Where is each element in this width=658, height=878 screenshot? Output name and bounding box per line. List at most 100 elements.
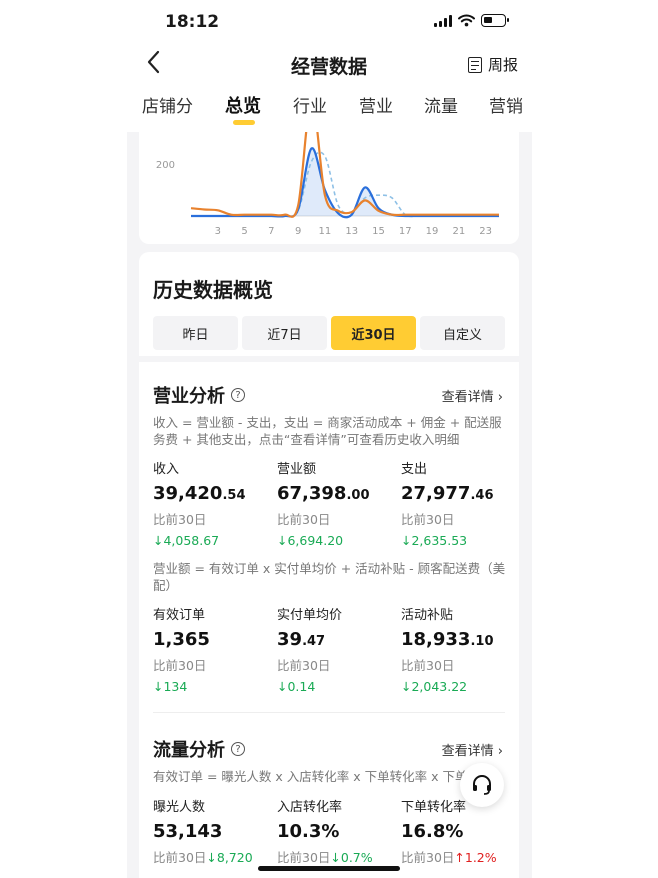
metric-label: 曝光人数 [153,800,206,815]
x-tick-label: 5 [241,226,247,237]
section-divider [139,356,519,362]
tab-industry[interactable]: 行业 [293,92,327,117]
metric-label: 活动补贴 [401,608,454,623]
metric-label: 支出 [401,462,428,477]
business-analysis-title: 营业分析 ? [153,382,245,408]
page-title: 经营数据 [290,56,367,78]
metric-label: 下单转化率 [401,800,467,815]
tab-marketing[interactable]: 营销 [489,92,523,117]
metric-value: 1,365 [153,629,210,650]
metric-value: 27,977.46 [401,483,494,504]
metric-value: 53,143 [153,821,223,842]
home-indicator [258,866,400,871]
x-tick-label: 23 [479,226,492,237]
metric-value: 10.3% [277,821,340,842]
metric-label: 收入 [153,462,180,477]
metric-label: 实付单均价 [277,608,343,623]
metric-compare-label: 比前30日 [153,512,207,527]
metric-label: 营业额 [277,462,317,477]
traffic-detail-link[interactable]: 查看详情 › [442,740,503,759]
x-tick-label: 3 [215,226,221,237]
y-tick-label: 200 [156,160,175,171]
metric-label: 有效订单 [153,608,206,623]
section-separator [153,712,505,713]
tab-overview[interactable]: 总览 [225,92,261,118]
metric-compare-label: 比前30日 [277,658,331,673]
range-yesterday-button[interactable]: 昨日 [153,316,238,350]
metric-value: 39.47 [277,629,326,650]
metric-avg-price: 实付单均价 39.47 比前30日 ↓0.14 [277,604,397,694]
metric-value: 18,933.10 [401,629,494,650]
x-tick-label: 21 [452,226,465,237]
metric-order-conversion: 下单转化率 16.8% 比前30日↑1.2% [401,796,521,866]
metric-compare: 比前30日↓0.7% [277,850,373,865]
metric-store-conversion: 入店转化率 10.3% 比前30日↓0.7% [277,796,397,866]
business-detail-link[interactable]: 查看详情 › [442,386,503,405]
metric-value: 16.8% [401,821,464,842]
traffic-formula: 有效订单 = 曝光人数 x 入店转化率 x 下单转化率 x 下单 [153,769,468,784]
tab-traffic[interactable]: 流量 [424,92,458,117]
metric-delta: ↓134 [153,679,188,694]
help-icon[interactable]: ? [231,742,245,756]
status-time: 18:12 [165,12,220,32]
metric-delta: ↓2,043.22 [401,679,468,694]
hourly-line-chart: 200 3 5 7 9 11 13 15 17 19 21 23 [156,132,499,237]
x-tick-label: 7 [268,226,274,237]
tab-bar: 店铺分 总览 行业 营业 流量 营销 [0,88,658,130]
battery-icon [481,14,509,27]
metric-compare-label: 比前30日 [277,512,331,527]
series-line-3 [190,151,499,218]
metric-subsidy: 活动补贴 18,933.10 比前30日 ↓2,043.22 [401,604,521,694]
metric-delta: ↓2,635.53 [401,533,468,548]
metric-exposure: 曝光人数 53,143 比前30日↓8,720 [153,796,273,866]
history-title: 历史数据概览 [153,278,273,302]
signal-icon [434,14,452,27]
metric-compare: 比前30日↑1.2% [401,850,497,865]
weekly-report-label: 周报 [487,56,518,74]
metric-expense: 支出 27,977.46 比前30日 ↓2,635.53 [401,458,521,548]
metric-value: 67,398.00 [277,483,370,504]
x-tick-label: 15 [372,226,385,237]
range-30days-button[interactable]: 近30日 [331,316,416,350]
business-formula: 收入 = 营业额 - 支出，支出 = 商家活动成本 + 佣金 + 配送服务费 +… [153,415,502,447]
x-tick-label: 9 [295,226,301,237]
metric-valid-orders: 有效订单 1,365 比前30日 ↓134 [153,604,273,694]
metric-label: 入店转化率 [277,800,343,815]
metric-compare-label: 比前30日 [401,512,455,527]
x-tick-label: 19 [426,226,439,237]
status-bar: 18:12 [0,0,658,44]
report-icon [467,56,482,73]
series-area [191,148,499,218]
metric-compare: 比前30日↓8,720 [153,850,253,865]
revenue-formula: 营业额 = 有效订单 x 实付单均价 + 活动补贴 - 顾客配送费（美配） [153,561,506,593]
metric-delta: ↓4,058.67 [153,533,220,548]
status-icons [434,14,509,27]
metric-delta: ↓0.14 [277,679,316,694]
traffic-analysis-label: 流量分析 [153,740,225,761]
business-analysis-label: 营业分析 [153,386,225,407]
wifi-icon [458,14,475,27]
metric-compare-label: 比前30日 [401,658,455,673]
x-tick-label: 11 [319,226,332,237]
x-tick-label: 13 [345,226,358,237]
x-tick-label: 17 [399,226,412,237]
weekly-report-button[interactable]: 周报 [467,54,518,75]
metric-compare-label: 比前30日 [153,658,207,673]
range-custom-button[interactable]: 自定义 [420,316,505,350]
metric-income: 收入 39,420.54 比前30日 ↓4,058.67 [153,458,273,548]
traffic-analysis-title: 流量分析 ? [153,736,245,762]
metric-value: 39,420.54 [153,483,246,504]
nav-bar: 经营数据 周报 [0,44,658,84]
range-7days-button[interactable]: 近7日 [242,316,327,350]
tab-business[interactable]: 营业 [359,92,393,117]
tab-shop-score[interactable]: 店铺分 [142,92,193,117]
active-tab-indicator [233,120,255,125]
headset-icon [473,775,491,795]
date-range-selector: 昨日 近7日 近30日 自定义 [153,316,505,350]
customer-service-button[interactable] [460,763,504,807]
hourly-chart-card: 200 3 5 7 9 11 13 15 17 19 21 23 [139,132,519,244]
series-line-2 [190,147,499,219]
help-icon[interactable]: ? [231,388,245,402]
metric-delta: ↓6,694.20 [277,533,344,548]
series-line-1 [190,132,499,218]
